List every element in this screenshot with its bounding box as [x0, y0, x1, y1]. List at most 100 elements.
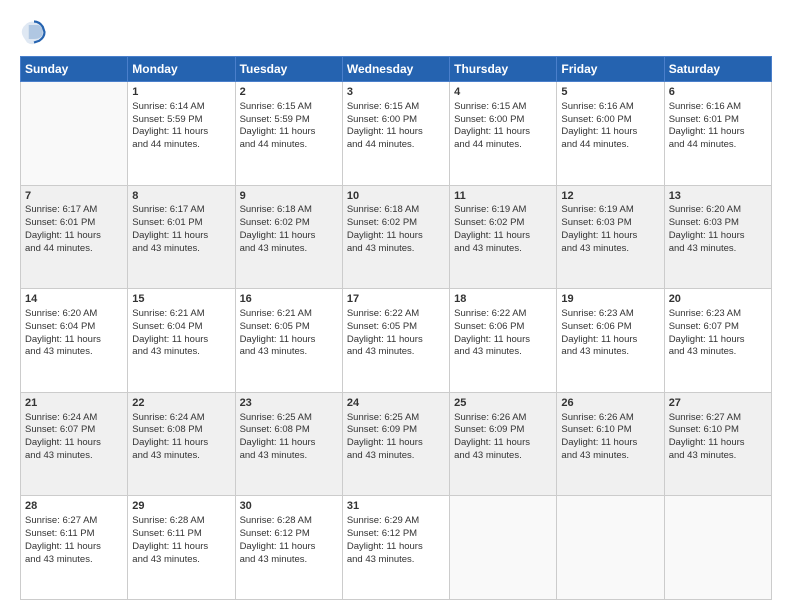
- calendar-cell: 4Sunrise: 6:15 AMSunset: 6:00 PMDaylight…: [450, 82, 557, 186]
- day-info: Sunrise: 6:26 AM: [454, 412, 552, 425]
- day-info: Daylight: 11 hours: [347, 437, 445, 450]
- day-info: Sunrise: 6:18 AM: [347, 204, 445, 217]
- day-info: Sunrise: 6:22 AM: [454, 308, 552, 321]
- day-info: and 43 minutes.: [240, 554, 338, 567]
- calendar-cell: 5Sunrise: 6:16 AMSunset: 6:00 PMDaylight…: [557, 82, 664, 186]
- day-number: 21: [25, 396, 123, 411]
- day-info: Sunrise: 6:21 AM: [240, 308, 338, 321]
- calendar-cell: 11Sunrise: 6:19 AMSunset: 6:02 PMDayligh…: [450, 185, 557, 289]
- day-info: Sunset: 6:01 PM: [669, 114, 767, 127]
- day-info: Daylight: 11 hours: [561, 126, 659, 139]
- day-info: Sunrise: 6:27 AM: [669, 412, 767, 425]
- weekday-header: Tuesday: [235, 57, 342, 82]
- day-info: Sunset: 6:01 PM: [25, 217, 123, 230]
- day-info: Sunset: 6:01 PM: [132, 217, 230, 230]
- day-number: 19: [561, 292, 659, 307]
- day-info: Sunset: 6:07 PM: [669, 321, 767, 334]
- day-info: Sunset: 6:10 PM: [561, 424, 659, 437]
- day-info: Sunset: 6:12 PM: [347, 528, 445, 541]
- day-info: and 44 minutes.: [347, 139, 445, 152]
- day-info: Daylight: 11 hours: [454, 437, 552, 450]
- day-number: 17: [347, 292, 445, 307]
- calendar-cell: 20Sunrise: 6:23 AMSunset: 6:07 PMDayligh…: [664, 289, 771, 393]
- calendar-cell: [664, 496, 771, 600]
- day-number: 20: [669, 292, 767, 307]
- day-info: Daylight: 11 hours: [132, 437, 230, 450]
- day-info: and 44 minutes.: [132, 139, 230, 152]
- day-info: Sunset: 6:07 PM: [25, 424, 123, 437]
- logo-icon: [20, 18, 48, 46]
- day-number: 15: [132, 292, 230, 307]
- calendar-cell: 18Sunrise: 6:22 AMSunset: 6:06 PMDayligh…: [450, 289, 557, 393]
- logo: [20, 18, 52, 46]
- day-info: Sunset: 6:08 PM: [240, 424, 338, 437]
- day-number: 31: [347, 499, 445, 514]
- day-info: Daylight: 11 hours: [240, 437, 338, 450]
- day-info: and 43 minutes.: [669, 450, 767, 463]
- weekday-header: Saturday: [664, 57, 771, 82]
- day-info: Sunset: 6:05 PM: [240, 321, 338, 334]
- day-number: 24: [347, 396, 445, 411]
- day-info: Daylight: 11 hours: [669, 437, 767, 450]
- day-info: Daylight: 11 hours: [132, 126, 230, 139]
- day-info: Sunset: 5:59 PM: [132, 114, 230, 127]
- calendar-week-row: 7Sunrise: 6:17 AMSunset: 6:01 PMDaylight…: [21, 185, 772, 289]
- day-info: Sunset: 5:59 PM: [240, 114, 338, 127]
- day-info: and 43 minutes.: [132, 243, 230, 256]
- calendar-cell: 26Sunrise: 6:26 AMSunset: 6:10 PMDayligh…: [557, 392, 664, 496]
- day-info: Sunset: 6:02 PM: [240, 217, 338, 230]
- day-info: Daylight: 11 hours: [132, 541, 230, 554]
- day-info: Sunrise: 6:24 AM: [25, 412, 123, 425]
- calendar-week-row: 21Sunrise: 6:24 AMSunset: 6:07 PMDayligh…: [21, 392, 772, 496]
- day-info: Sunset: 6:03 PM: [669, 217, 767, 230]
- day-info: and 44 minutes.: [561, 139, 659, 152]
- day-info: Daylight: 11 hours: [347, 334, 445, 347]
- day-number: 28: [25, 499, 123, 514]
- day-info: and 43 minutes.: [25, 450, 123, 463]
- day-info: and 44 minutes.: [454, 139, 552, 152]
- calendar-cell: [557, 496, 664, 600]
- day-info: Daylight: 11 hours: [561, 334, 659, 347]
- day-info: and 43 minutes.: [132, 554, 230, 567]
- day-number: 9: [240, 189, 338, 204]
- day-number: 26: [561, 396, 659, 411]
- day-info: Daylight: 11 hours: [454, 230, 552, 243]
- day-info: Daylight: 11 hours: [25, 541, 123, 554]
- day-number: 3: [347, 85, 445, 100]
- day-info: and 43 minutes.: [347, 450, 445, 463]
- day-number: 7: [25, 189, 123, 204]
- day-info: Sunset: 6:08 PM: [132, 424, 230, 437]
- day-info: Daylight: 11 hours: [454, 334, 552, 347]
- calendar: SundayMondayTuesdayWednesdayThursdayFrid…: [20, 56, 772, 600]
- calendar-cell: 10Sunrise: 6:18 AMSunset: 6:02 PMDayligh…: [342, 185, 449, 289]
- calendar-cell: 24Sunrise: 6:25 AMSunset: 6:09 PMDayligh…: [342, 392, 449, 496]
- calendar-cell: 7Sunrise: 6:17 AMSunset: 6:01 PMDaylight…: [21, 185, 128, 289]
- calendar-week-row: 14Sunrise: 6:20 AMSunset: 6:04 PMDayligh…: [21, 289, 772, 393]
- day-info: Sunset: 6:05 PM: [347, 321, 445, 334]
- day-info: Sunset: 6:02 PM: [454, 217, 552, 230]
- day-info: Sunset: 6:00 PM: [454, 114, 552, 127]
- calendar-cell: 19Sunrise: 6:23 AMSunset: 6:06 PMDayligh…: [557, 289, 664, 393]
- day-info: and 44 minutes.: [25, 243, 123, 256]
- calendar-cell: 3Sunrise: 6:15 AMSunset: 6:00 PMDaylight…: [342, 82, 449, 186]
- day-info: Daylight: 11 hours: [561, 230, 659, 243]
- day-info: Sunrise: 6:25 AM: [240, 412, 338, 425]
- day-info: Sunset: 6:10 PM: [669, 424, 767, 437]
- day-info: Sunset: 6:04 PM: [25, 321, 123, 334]
- day-info: Sunrise: 6:24 AM: [132, 412, 230, 425]
- day-info: Sunset: 6:09 PM: [454, 424, 552, 437]
- day-info: Daylight: 11 hours: [240, 334, 338, 347]
- day-info: and 43 minutes.: [347, 554, 445, 567]
- calendar-cell: [21, 82, 128, 186]
- day-info: Sunrise: 6:28 AM: [132, 515, 230, 528]
- day-info: and 43 minutes.: [347, 243, 445, 256]
- day-info: and 43 minutes.: [669, 243, 767, 256]
- day-info: Sunrise: 6:27 AM: [25, 515, 123, 528]
- day-info: Sunrise: 6:29 AM: [347, 515, 445, 528]
- header: [20, 18, 772, 46]
- day-info: Sunrise: 6:16 AM: [669, 101, 767, 114]
- day-info: Sunset: 6:11 PM: [25, 528, 123, 541]
- calendar-week-row: 28Sunrise: 6:27 AMSunset: 6:11 PMDayligh…: [21, 496, 772, 600]
- day-info: and 43 minutes.: [669, 346, 767, 359]
- day-info: Sunrise: 6:26 AM: [561, 412, 659, 425]
